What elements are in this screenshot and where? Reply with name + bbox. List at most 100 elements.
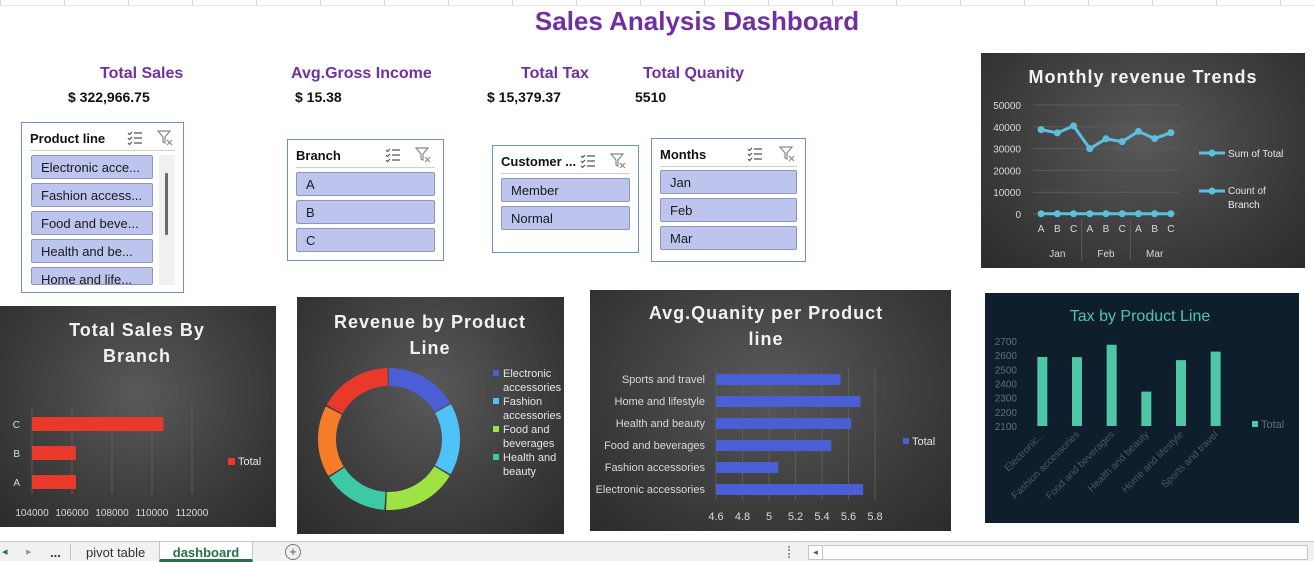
x-tick-label: 5.4 [814, 511, 829, 523]
y-category-label: B [13, 449, 20, 460]
kpi-total-sales-label: Total Sales [100, 65, 183, 83]
data-point [1054, 210, 1061, 217]
data-point [1135, 128, 1142, 135]
legend-label: accessories [503, 410, 562, 422]
y-tick-label: 2400 [995, 380, 1018, 391]
chart-title: Monthly revenue Trends [1028, 67, 1257, 87]
legend-marker [1209, 150, 1216, 157]
slicer-product-line[interactable]: Product line Electronic acce... Fashion … [21, 122, 184, 293]
tab-pivot-table[interactable]: pivot table [86, 542, 145, 562]
y-tick-label: 0 [1015, 210, 1021, 221]
slicer-item-feb[interactable]: Feb [660, 198, 797, 222]
data-point [1038, 210, 1045, 217]
legend-label: Fashion [503, 396, 542, 408]
clear-filter-icon[interactable] [414, 146, 432, 164]
y-tick-label: 2300 [995, 394, 1018, 405]
chart-avg-quantity-per-product-line[interactable]: Avg.Quanity per Productline4.64.855.25.4… [590, 290, 951, 531]
clear-filter-icon[interactable] [778, 145, 796, 163]
x-tick-label: 5.6 [841, 511, 856, 523]
multiselect-icon[interactable] [746, 145, 764, 163]
y-category-label: Fashion accessories [605, 462, 706, 474]
legend-marker [1209, 188, 1216, 195]
bar [716, 396, 860, 407]
x-category-label: Health and beauty [1086, 429, 1151, 494]
scroll-left-icon[interactable]: ◂ [809, 546, 823, 559]
bar [1107, 345, 1117, 426]
legend-swatch [493, 426, 499, 432]
legend-label: Food and [503, 424, 549, 436]
y-category-label: Sports and travel [622, 374, 705, 386]
bar [32, 417, 163, 431]
slicer-item-fashion-accessories[interactable]: Fashion access... [31, 183, 153, 207]
slicer-item-normal[interactable]: Normal [501, 206, 630, 230]
bar [1141, 392, 1151, 426]
y-category-label: A [13, 478, 20, 489]
slicer-title: Product line [30, 131, 105, 146]
slicer-scrollbar[interactable] [159, 155, 175, 285]
legend-label: accessories [503, 382, 562, 394]
legend-swatch [493, 370, 499, 376]
slicer-months[interactable]: Months Jan Feb Mar [651, 138, 806, 262]
slicer-branch[interactable]: Branch A B C [287, 139, 444, 261]
chart-monthly-revenue-trends[interactable]: Monthly revenue Trends500004000030000200… [981, 53, 1305, 268]
slicer-header: Branch [296, 146, 435, 168]
x-group-label: Mar [1146, 249, 1164, 260]
add-sheet-icon[interactable]: + [285, 544, 301, 560]
bar [1072, 357, 1082, 426]
slicer-customer-type[interactable]: Customer ... Member Normal [492, 145, 639, 253]
slicer-header: Product line [30, 129, 175, 151]
chart-title: Avg.Quanity per Product [649, 303, 883, 323]
bar [716, 418, 851, 429]
y-tick-label: 10000 [993, 188, 1021, 199]
legend-label: Health and [503, 452, 556, 464]
multiselect-icon[interactable] [579, 152, 597, 170]
tab-scroll-prev-icon[interactable]: ◂ [2, 542, 8, 562]
chart-title: Line [409, 338, 450, 358]
y-category-label: Health and beauty [616, 418, 706, 430]
tab-more-button[interactable]: ... [50, 542, 61, 562]
slicer-title: Branch [296, 148, 341, 163]
slicer-header: Customer ... [501, 152, 630, 174]
horizontal-scrollbar[interactable]: ◂ [808, 545, 1308, 560]
slicer-item-home-and-lifestyle[interactable]: Home and life... [31, 267, 153, 285]
legend-swatch [493, 398, 499, 404]
x-tick-label: B [1054, 224, 1061, 235]
slicer-item-member[interactable]: Member [501, 178, 630, 202]
multiselect-icon[interactable] [126, 129, 144, 147]
x-tick-label: C [1070, 224, 1077, 235]
clear-filter-icon[interactable] [156, 129, 174, 147]
y-category-label: Home and lifestyle [615, 396, 706, 408]
x-category-label: Food and beverages [1044, 429, 1117, 502]
slicer-item-food-and-beverages[interactable]: Food and beve... [31, 211, 153, 235]
slicer-item-electronic-accessories[interactable]: Electronic acce... [31, 155, 153, 179]
chart-total-sales-by-branch[interactable]: Total Sales ByBranch10400010600010800011… [0, 306, 276, 527]
data-point [1135, 210, 1142, 217]
tab-divider [70, 544, 71, 560]
legend-swatch [493, 454, 499, 460]
slicer-item-branch-b[interactable]: B [296, 200, 435, 224]
tab-splitter-handle[interactable] [788, 546, 790, 558]
chart-revenue-by-product-line[interactable]: Revenue by ProductLineElectronicaccessor… [297, 297, 564, 534]
chart-tax-by-product-line[interactable]: Tax by Product Line270026002500240023002… [985, 293, 1299, 523]
multiselect-icon[interactable] [384, 146, 402, 164]
tab-scroll-next-icon[interactable]: ▸ [26, 542, 32, 562]
slicer-item-mar[interactable]: Mar [660, 226, 797, 250]
y-category-label: Food and beverages [604, 440, 705, 452]
tab-dashboard[interactable]: dashboard [159, 542, 253, 562]
tax-chart-svg: Tax by Product Line270026002500240023002… [985, 293, 1299, 523]
slicer-item-branch-c[interactable]: C [296, 228, 435, 252]
slicer-item-jan[interactable]: Jan [660, 170, 797, 194]
y-tick-label: 40000 [993, 123, 1021, 134]
slicer-item-branch-a[interactable]: A [296, 172, 435, 196]
clear-filter-icon[interactable] [609, 152, 627, 170]
x-tick-label: 5 [766, 511, 772, 523]
data-point [1103, 135, 1110, 142]
slicer-item-health-and-beauty[interactable]: Health and be... [31, 239, 153, 263]
legend-label: Total [1261, 419, 1284, 431]
x-group-label: Jan [1049, 249, 1065, 260]
x-tick-label: A [1135, 224, 1142, 235]
scrollbar-thumb[interactable] [165, 173, 168, 235]
chart-title: Branch [103, 346, 171, 366]
y-tick-label: 2700 [995, 337, 1018, 348]
y-tick-label: 50000 [993, 101, 1021, 112]
